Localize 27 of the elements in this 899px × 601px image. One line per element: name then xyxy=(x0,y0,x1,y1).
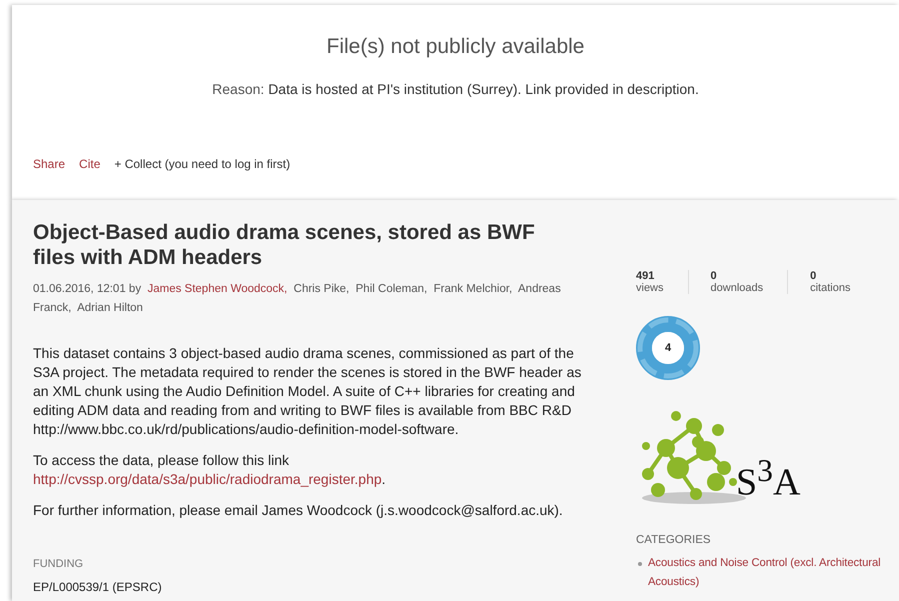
altmetric-score: 4 xyxy=(664,341,672,356)
logo-text: S$^{3}$A xyxy=(736,452,800,502)
bullet-icon xyxy=(638,562,642,566)
collect-action[interactable]: + Collect (you need to log in first) xyxy=(114,157,290,171)
register-link[interactable]: http://cvssp.org/data/s3a/public/radiodrama_register.php xyxy=(33,471,382,487)
stat-value: 0 xyxy=(810,270,818,282)
reason-text: Data is hosted at PI's institution (Surrey). Link provided in description. xyxy=(268,81,699,97)
author-link[interactable]: James Stephen Woodcock, xyxy=(147,283,288,295)
author-line: 01.06.2016, 12:01 by James Stephen Woodcock, Chris Pike, Phil Coleman, Frank Melchior, Andreas Franck, Adrian Hilton xyxy=(33,282,562,316)
stat-label: views xyxy=(636,282,664,294)
notice-title: File(s) not publicly available xyxy=(326,35,586,59)
stat-value: 491 xyxy=(636,270,656,282)
stat-value: 0 xyxy=(710,270,718,282)
categories-heading: CATEGORIES xyxy=(636,534,712,546)
action-link[interactable]: Cite xyxy=(79,157,100,171)
category-link[interactable]: Acoustics and Noise Control (excl. Architectural Acoustics) xyxy=(648,554,899,592)
action-link[interactable]: Share xyxy=(33,157,66,171)
stat-label: citations xyxy=(810,282,850,294)
funding-heading: FUNDING xyxy=(33,558,84,570)
description-text: This dataset contains 3 object-based audio drama scenes, commissioned as part of the S3A project. The metadata required to render the scenes is stored in the BWF header as an XML chunk using the Audio Definition Model. A suite of C++ libraries for creating and editing ADM data and reading from and writing to BWF files is available from BBC R&D http://www.bbc.co.uk/rd/publications/audio-definition-model-software. xyxy=(33,344,582,439)
stat-label: downloads xyxy=(710,282,764,294)
altmetric-donut-icon[interactable] xyxy=(636,316,700,380)
funding-text: EP/L000539/1 (EPSRC) xyxy=(33,580,163,594)
contact-text: For further information, please email James Woodcock (j.s.woodcock@salford.ac.uk). xyxy=(33,501,564,520)
reason-label: Reason: xyxy=(212,81,264,97)
access-text: To access the data, please follow this link http://cvssp.org/data/s3a/public/radiodrama_register.php. xyxy=(33,451,387,489)
dataset-title: Object-Based audio drama scenes, stored as BWF files with ADM headers xyxy=(33,220,536,270)
